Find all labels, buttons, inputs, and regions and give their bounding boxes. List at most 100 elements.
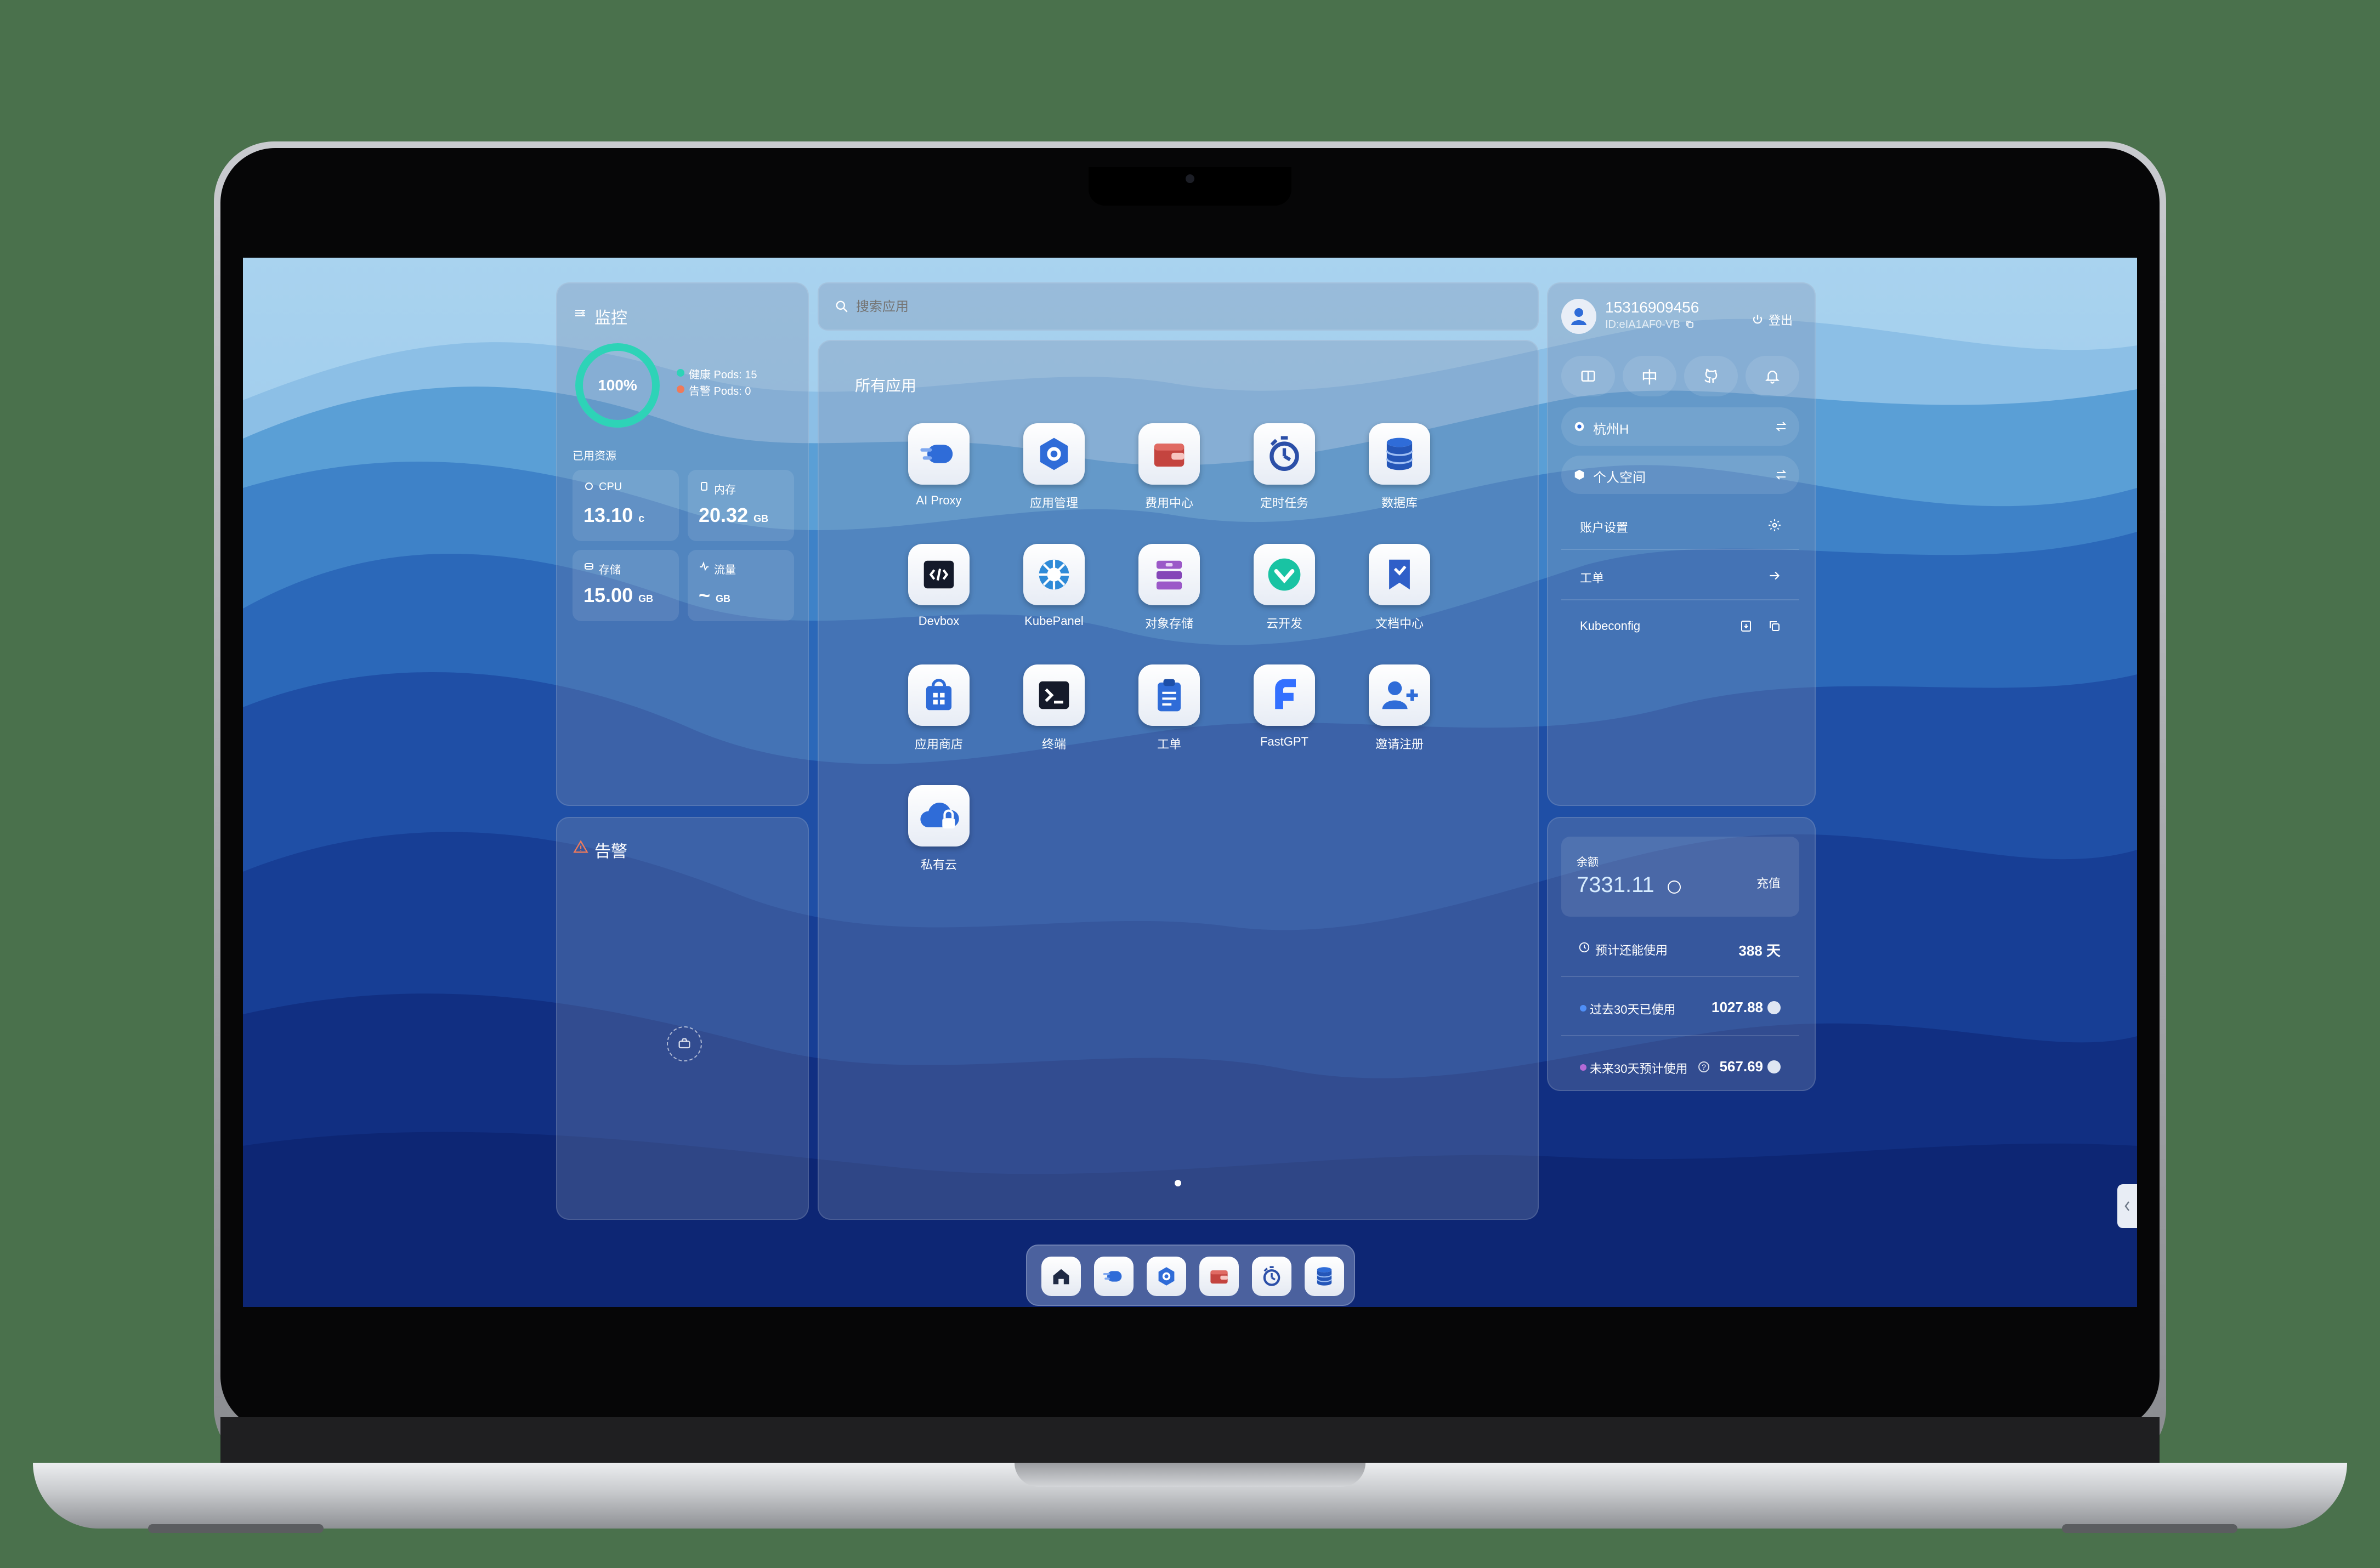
app-tile-应用商店[interactable]: 应用商店: [884, 664, 994, 769]
alerts-title: 告警: [594, 843, 627, 861]
coin-icon: [1668, 880, 1681, 894]
user-phone: 15316909456: [1605, 299, 1699, 316]
future-label: 未来30天预计使用: [1590, 1062, 1688, 1076]
region-switcher[interactable]: 杭州H: [1561, 407, 1799, 446]
cpu-card: CPU 13.10 c: [573, 470, 679, 541]
monitor-panel: 监控 100% 健康 Pods: 15 告警 Pods: 0 已用资源 CPU …: [556, 282, 809, 806]
object-storage-icon: [1138, 544, 1200, 605]
app-tile-数据库[interactable]: 数据库: [1345, 423, 1454, 527]
logout-button[interactable]: 登出: [1751, 311, 1793, 328]
coin-icon: [1767, 1060, 1781, 1073]
notifications-button[interactable]: [1746, 356, 1799, 396]
memory-icon: [699, 481, 710, 492]
workspace-switcher[interactable]: 个人空间: [1561, 456, 1799, 494]
logout-label: 登出: [1769, 314, 1793, 327]
region-icon: [1572, 419, 1586, 434]
cpu-unit: c: [638, 513, 645, 525]
balance-value: 7331.11: [1577, 873, 1654, 897]
tickets-item[interactable]: 工单: [1561, 553, 1799, 600]
memory-card: 内存 20.32 GB: [688, 470, 794, 541]
avatar[interactable]: [1561, 299, 1596, 334]
future-usage-row: 未来30天预计使用 ? 567.69: [1561, 1039, 1799, 1094]
app-label: 私有云: [920, 858, 957, 872]
app-tile-kubepanel[interactable]: KubePanel: [999, 544, 1109, 648]
app-label: 定时任务: [1260, 496, 1308, 510]
docs-button[interactable]: [1561, 356, 1615, 396]
language-button[interactable]: 中: [1623, 356, 1676, 396]
storage-icon: [583, 561, 594, 572]
coin-icon: [1767, 1001, 1781, 1014]
app-label: 应用商店: [914, 737, 963, 751]
account-settings-item[interactable]: 账户设置: [1561, 503, 1799, 550]
traffic-number: ~: [699, 584, 711, 606]
app-label: 应用管理: [1029, 496, 1078, 510]
laptop-base-notch: [1015, 1463, 1365, 1487]
fastgpt-icon: [1254, 664, 1315, 726]
app-management-icon[interactable]: [1147, 1257, 1186, 1296]
region-name: 杭州H: [1593, 422, 1629, 437]
timer-icon[interactable]: [1252, 1257, 1291, 1296]
traffic-unit: GB: [716, 593, 731, 604]
app-label: 终端: [1041, 737, 1066, 751]
app-tile-定时任务[interactable]: 定时任务: [1229, 423, 1339, 527]
clock-icon: [1578, 941, 1591, 954]
database-icon: [1369, 423, 1430, 485]
side-collapse-tab[interactable]: [2117, 1184, 2137, 1228]
search-icon: [833, 298, 851, 315]
app-tile-工单[interactable]: 工单: [1114, 664, 1224, 769]
past-usage-row: 过去30天已使用 1027.88: [1561, 980, 1799, 1036]
past-label: 过去30天已使用: [1590, 1003, 1676, 1016]
page-indicator-dot[interactable]: [1175, 1180, 1181, 1186]
cloud-dev-icon: [1254, 544, 1315, 605]
alerts-panel: 告警: [556, 817, 809, 1220]
app-tile-文档中心[interactable]: 文档中心: [1345, 544, 1454, 648]
app-tile-应用管理[interactable]: 应用管理: [999, 423, 1109, 527]
wallet-icon[interactable]: [1199, 1257, 1239, 1296]
alert-dot: [677, 385, 684, 393]
recharge-button[interactable]: 充值: [1756, 874, 1781, 891]
laptop-foot-left: [148, 1524, 324, 1533]
app-tile-对象存储[interactable]: 对象存储: [1114, 544, 1224, 648]
search-bar[interactable]: [818, 282, 1539, 331]
storage-card: 存储 15.00 GB: [573, 550, 679, 621]
camera-icon: [1186, 174, 1194, 183]
github-button[interactable]: [1684, 356, 1738, 396]
copy-id-icon[interactable]: [1684, 319, 1695, 329]
terminal-icon: [1023, 664, 1085, 726]
workspace-icon: [1572, 468, 1586, 482]
laptop-chin: [220, 1417, 2160, 1467]
home-icon[interactable]: [1041, 1257, 1081, 1296]
app-tile-devbox[interactable]: Devbox: [884, 544, 994, 648]
balance-label: 余额: [1577, 856, 1599, 868]
copy-icon[interactable]: [1766, 618, 1783, 634]
database-icon[interactable]: [1305, 1257, 1344, 1296]
ai-proxy-icon[interactable]: [1094, 1257, 1134, 1296]
app-tile-ai-proxy[interactable]: AI Proxy: [884, 423, 994, 527]
search-input[interactable]: [855, 293, 1515, 321]
storage-label: 存储: [599, 564, 621, 576]
storage-unit: GB: [638, 593, 654, 604]
app-label: 数据库: [1381, 496, 1418, 510]
app-tile-费用中心[interactable]: 费用中心: [1114, 423, 1224, 527]
memory-value: 20.32 GB: [699, 504, 768, 527]
app-tile-fastgpt[interactable]: FastGPT: [1229, 664, 1339, 769]
past-value: 1027.88: [1712, 999, 1763, 1015]
empty-state-icon: [667, 1026, 702, 1061]
workspace-name: 个人空间: [1593, 470, 1646, 485]
devbox-icon: [908, 544, 970, 605]
download-icon[interactable]: [1738, 618, 1754, 634]
dock: [1026, 1245, 1355, 1306]
help-icon[interactable]: ?: [1698, 1061, 1709, 1072]
app-tile-邀请注册[interactable]: 邀请注册: [1345, 664, 1454, 769]
bell-icon: [1765, 371, 1780, 384]
arrow-right-icon: [1766, 567, 1783, 584]
app-tile-云开发[interactable]: 云开发: [1229, 544, 1339, 648]
invite-icon: [1369, 664, 1430, 726]
traffic-icon: [699, 561, 710, 572]
balance-card: 余额 7331.11 充值: [1561, 837, 1799, 917]
app-tile-终端[interactable]: 终端: [999, 664, 1109, 769]
traffic-value: ~ GB: [699, 584, 730, 607]
app-tile-私有云[interactable]: 私有云: [884, 785, 994, 889]
monitor-title: 监控: [594, 309, 627, 327]
desktop-screen: 监控 100% 健康 Pods: 15 告警 Pods: 0 已用资源 CPU …: [243, 258, 2137, 1307]
